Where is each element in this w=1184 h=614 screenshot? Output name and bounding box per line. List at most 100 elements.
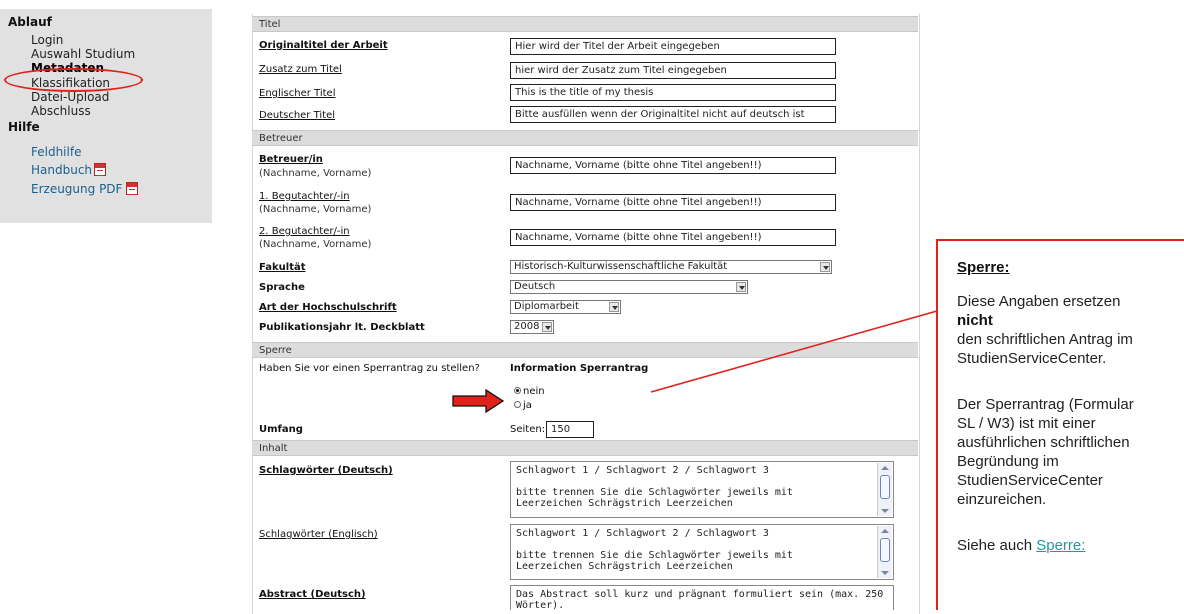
extent-label: Umfang — [259, 424, 303, 435]
section-betreuer: Betreuer — [252, 130, 918, 146]
textarea-line: Leerzeichen Schrägstrich Leerzeichen — [516, 561, 733, 572]
sidebar-item-login[interactable]: Login — [31, 33, 63, 47]
thesis-type-label: Art der Hochschulschrift — [259, 302, 397, 313]
lock-info-label: Information Sperrantrag — [510, 363, 649, 374]
language-select[interactable]: Deutsch — [510, 280, 748, 294]
callout-text-bold: nicht — [957, 312, 993, 329]
english-title-label: Englischer Titel — [259, 88, 336, 99]
scroll-thumb[interactable] — [880, 475, 890, 499]
subtitle-label: Zusatz zum Titel — [259, 64, 342, 75]
section-titel: Titel — [252, 16, 918, 32]
sperre-link[interactable]: Sperre: — [1036, 537, 1085, 554]
thesis-type-value: Diplomarbeit — [514, 301, 579, 312]
language-label: Sprache — [259, 282, 305, 293]
faculty-value: Historisch-Kulturwissenschaftliche Fakul… — [514, 261, 728, 272]
pages-label: Seiten: — [510, 424, 546, 435]
callout-text: Diese Angaben ersetzen — [957, 293, 1121, 310]
reviewer1-label: 1. Begutachter/-in — [259, 191, 350, 202]
supervisor-input[interactable]: Nachname, Vorname (bitte ohne Titel ange… — [510, 157, 836, 174]
textarea-line: Schlagwort 1 / Schlagwort 2 / Schlagwort… — [516, 465, 769, 476]
lock-question: Haben Sie vor einen Sperrantrag zu stell… — [259, 363, 480, 374]
abstract-de-label: Abstract (Deutsch) — [259, 589, 366, 600]
reviewer1-hint: (Nachname, Vorname) — [259, 204, 372, 215]
section-inhalt: Inhalt — [252, 440, 918, 456]
radio-nein-label: nein — [523, 386, 545, 397]
sidebar-link-erzeugung-pdf[interactable]: Erzeugung PDF — [31, 182, 139, 196]
radio-selected-icon[interactable] — [514, 387, 521, 394]
scroll-up-icon[interactable] — [881, 466, 889, 470]
scrollbar[interactable] — [877, 526, 892, 578]
subtitle-input[interactable]: hier wird der Zusatz zum Titel eingegebe… — [510, 62, 836, 79]
radio-unselected-icon[interactable] — [514, 401, 521, 408]
reviewer2-label: 2. Begutachter/-in — [259, 226, 350, 237]
original-title-input[interactable]: Hier wird der Titel der Arbeit eingegebe… — [510, 38, 836, 55]
keywords-en-label: Schlagwörter (Englisch) — [259, 529, 378, 540]
scroll-thumb[interactable] — [880, 538, 890, 562]
erzeugung-pdf-label: Erzeugung PDF — [31, 182, 123, 196]
keywords-de-textarea[interactable]: Schlagwort 1 / Schlagwort 2 / Schlagwort… — [510, 461, 894, 518]
chevron-down-icon[interactable] — [609, 302, 619, 312]
textarea-line: Das Abstract soll kurz und prägnant form… — [516, 589, 884, 600]
scroll-down-icon[interactable] — [881, 509, 889, 513]
scrollbar[interactable] — [877, 463, 892, 516]
callout-text: StudienServiceCenter. — [957, 350, 1107, 367]
publication-year-select[interactable]: 2008 — [510, 320, 554, 334]
abstract-de-textarea[interactable]: Das Abstract soll kurz und prägnant form… — [510, 585, 894, 610]
thesis-type-select[interactable]: Diplomarbeit — [510, 300, 621, 314]
textarea-line: bitte trennen Sie die Schlagwörter jewei… — [516, 550, 793, 561]
textarea-line: Leerzeichen Schrägstrich Leerzeichen — [516, 498, 733, 509]
sidebar-item-datei-upload[interactable]: Datei-Upload — [31, 90, 109, 104]
english-title-input[interactable]: This is the title of my thesis — [510, 84, 836, 101]
callout-text: SL / W3) ist mit einer — [957, 415, 1096, 432]
keywords-de-label: Schlagwörter (Deutsch) — [259, 465, 393, 476]
publication-year-label: Publikationsjahr lt. Deckblatt — [259, 322, 425, 333]
textarea-line: Schlagwort 1 / Schlagwort 2 / Schlagwort… — [516, 528, 769, 539]
callout-text: Begründung im — [957, 453, 1059, 470]
sidebar-item-abschluss[interactable]: Abschluss — [31, 104, 91, 118]
section-sperre: Sperre — [252, 342, 918, 358]
publication-year-value: 2008 — [514, 321, 540, 332]
faculty-label: Fakultät — [259, 262, 306, 273]
pdf-icon — [94, 163, 107, 176]
sidebar-heading-ablauf: Ablauf — [8, 15, 52, 29]
scroll-down-icon[interactable] — [881, 571, 889, 575]
sidebar-link-handbuch[interactable]: Handbuch — [31, 163, 107, 177]
callout-text: Der Sperrantrag (Formular — [957, 396, 1134, 413]
callout-text: den schriftlichen Antrag im — [957, 331, 1133, 348]
sidebar-link-feldhilfe[interactable]: Feldhilfe — [31, 145, 81, 159]
textarea-line: Wörter). — [516, 600, 565, 610]
callout-see-also: Siehe auch Sperre: — [957, 537, 1085, 554]
sidebar-heading-hilfe: Hilfe — [8, 120, 40, 134]
supervisor-hint: (Nachname, Vorname) — [259, 168, 372, 179]
reviewer1-input[interactable]: Nachname, Vorname (bitte ohne Titel ange… — [510, 194, 836, 211]
pointer-arrow-icon — [452, 389, 504, 413]
language-value: Deutsch — [514, 281, 556, 292]
textarea-blank — [516, 476, 888, 487]
sidebar-item-auswahl-studium[interactable]: Auswahl Studium — [31, 47, 135, 61]
german-title-input[interactable]: Bitte ausfüllen wenn der Originaltitel n… — [510, 106, 836, 123]
faculty-select[interactable]: Historisch-Kulturwissenschaftliche Fakul… — [510, 260, 832, 274]
reviewer2-hint: (Nachname, Vorname) — [259, 239, 372, 250]
pdf-icon — [126, 182, 139, 195]
chevron-down-icon[interactable] — [736, 282, 746, 292]
pages-input[interactable]: 150 — [546, 421, 594, 438]
scroll-up-icon[interactable] — [881, 529, 889, 533]
supervisor-label: Betreuer/in — [259, 154, 323, 165]
textarea-line: bitte trennen Sie die Schlagwörter jewei… — [516, 487, 793, 498]
reviewer2-input[interactable]: Nachname, Vorname (bitte ohne Titel ange… — [510, 229, 836, 246]
highlight-ellipse — [4, 68, 143, 92]
callout-title: Sperre: — [957, 259, 1010, 276]
callout-text: einzureichen. — [957, 491, 1047, 508]
keywords-en-textarea[interactable]: Schlagwort 1 / Schlagwort 2 / Schlagwort… — [510, 524, 894, 580]
see-also-text: Siehe auch — [957, 537, 1033, 554]
german-title-label: Deutscher Titel — [259, 110, 336, 121]
radio-ja[interactable]: ja — [514, 400, 532, 411]
chevron-down-icon[interactable] — [820, 262, 830, 272]
chevron-down-icon[interactable] — [542, 322, 552, 332]
original-title-label: Originaltitel der Arbeit — [259, 40, 388, 51]
radio-nein[interactable]: nein — [514, 386, 545, 397]
handbuch-label: Handbuch — [31, 163, 93, 177]
callout-text: ausführlichen schriftlichen — [957, 434, 1130, 451]
callout-text: StudienServiceCenter — [957, 472, 1103, 489]
textarea-blank — [516, 539, 888, 550]
